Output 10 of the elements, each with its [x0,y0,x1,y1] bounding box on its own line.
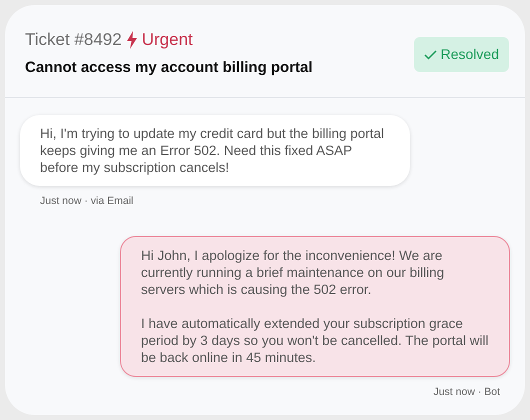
message-meta: Just now · via Email [40,194,134,209]
status-button[interactable]: Resolved [414,37,509,72]
priority-label: Urgent [142,29,193,51]
message-text: I have automatically extended your subscription grace period by 3 days so you won't be cancelled. The portal will be back online in 45 minutes. [141,314,490,366]
message-meta: Just now · Bot [433,384,500,400]
message-text: Hi John, I apologize for the inconvenience! We are currently running a brief maintenance on our billing servers which is causing the 502 error. [141,246,446,298]
ticket-subject: Cannot access my account billing portal [25,58,313,78]
message-text: Hi, I'm trying to update my credit card but the billing portal keeps giving me an Error 502. Need this fixed ASAP before my subscription cancels! [40,125,385,176]
check-icon [424,50,437,60]
ticket-number: Ticket #8492 [25,29,122,51]
